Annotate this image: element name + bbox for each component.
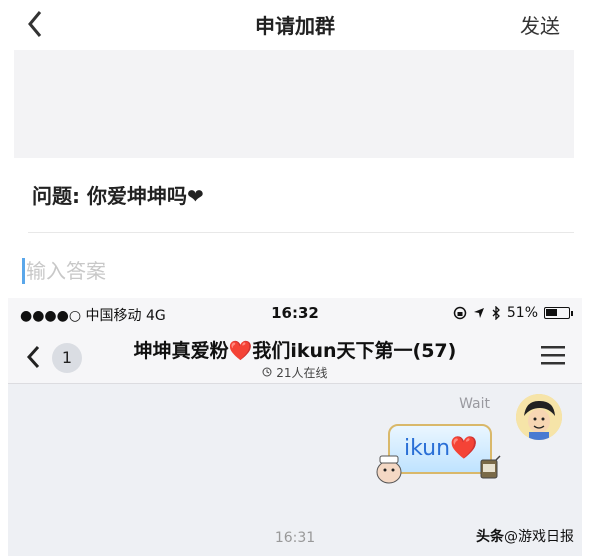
cartoon-avatar-icon xyxy=(516,394,562,440)
status-bar: ●●●●○ 中国移动 4G 16:32 51% xyxy=(8,298,582,328)
send-button[interactable]: 发送 xyxy=(520,10,560,39)
chat-screenshot: ●●●●○ 中国移动 4G 16:32 51% 1 坤坤真爱粉❤️我们ikun天… xyxy=(8,298,582,556)
header-gray-area xyxy=(14,50,574,158)
heart-icon: ❤️ xyxy=(228,340,253,362)
group-name-part-2: 我们ikun天下第一(57) xyxy=(252,340,457,362)
avatar[interactable] xyxy=(516,394,562,440)
battery-percent: 51% xyxy=(506,305,538,321)
menu-icon[interactable] xyxy=(540,344,566,366)
watermark-prefix: 头条 xyxy=(476,529,504,545)
group-name-part-1: 坤坤真爱粉 xyxy=(133,340,229,362)
lock-rotation-icon xyxy=(453,306,467,320)
battery-icon xyxy=(544,307,573,319)
battery-fill xyxy=(546,309,557,316)
online-count: 21人在线 xyxy=(8,364,582,381)
chat-header: 1 坤坤真爱粉❤️我们ikun天下第一(57) 21人在线 xyxy=(8,328,582,384)
sailor-sticker-icon xyxy=(376,455,402,484)
status-right: 51% xyxy=(453,305,573,321)
bluetooth-icon xyxy=(492,306,500,320)
page-title: 申请加群 xyxy=(255,14,335,38)
can-sticker-icon xyxy=(480,455,501,479)
join-question: 问题: 你爱坤坤吗❤ xyxy=(32,184,204,208)
divider xyxy=(28,232,574,233)
answer-input[interactable] xyxy=(22,254,562,288)
message-status: Wait xyxy=(459,396,490,412)
top-nav-bar: 申请加群 发送 xyxy=(0,0,590,48)
online-text: 21人在线 xyxy=(276,366,328,380)
group-title: 坤坤真爱粉❤️我们ikun天下第一(57) xyxy=(8,336,582,363)
location-icon xyxy=(473,308,484,318)
message-text: ikun❤️ xyxy=(404,436,478,461)
clock-icon xyxy=(262,367,272,377)
watermark-text: @游戏日报 xyxy=(504,529,574,545)
watermark: 头条@游戏日报 xyxy=(476,526,574,546)
